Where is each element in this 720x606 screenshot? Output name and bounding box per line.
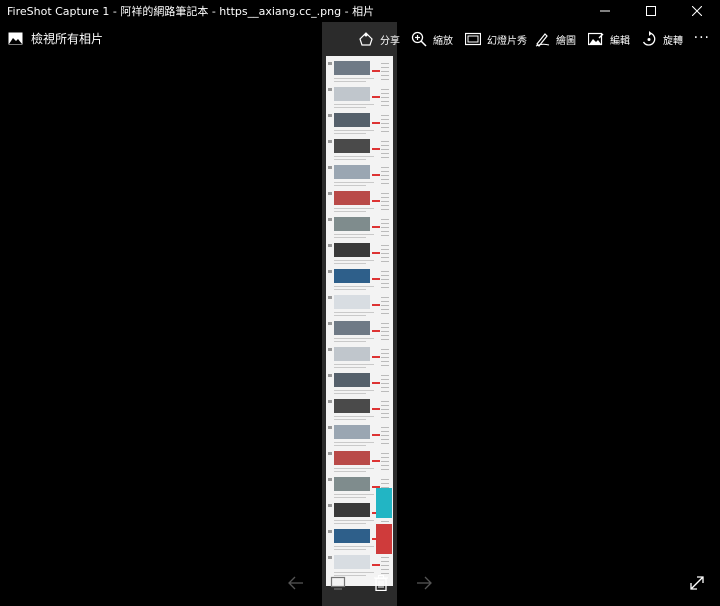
filmstrip-icon <box>330 576 346 590</box>
strip-post-thumb <box>326 320 393 344</box>
draw-button[interactable]: 繪圖 <box>534 29 576 49</box>
view-all-photos-button[interactable]: 檢視所有相片 <box>8 30 103 47</box>
strip-post-thumb <box>326 398 393 422</box>
slideshow-button[interactable]: 幻燈片秀 <box>465 29 527 49</box>
slideshow-label: 幻燈片秀 <box>487 35 527 47</box>
zoom-label: 縮放 <box>433 35 453 47</box>
window-controls <box>582 0 720 22</box>
share-label: 分享 <box>380 35 400 47</box>
strip-post-thumb <box>326 242 393 266</box>
maximize-icon <box>646 6 656 16</box>
zoom-button[interactable]: 縮放 <box>411 29 453 49</box>
slideshow-icon <box>465 32 481 46</box>
more-options-button[interactable]: ··· <box>694 30 710 46</box>
strip-post-thumb <box>326 424 393 448</box>
strip-post-thumb <box>326 346 393 370</box>
strip-post-thumb <box>326 86 393 110</box>
view-all-photos-label: 檢視所有相片 <box>31 32 104 46</box>
strip-post-thumb <box>326 268 393 292</box>
fullscreen-button[interactable] <box>689 572 705 594</box>
edit-button[interactable]: 編輯 <box>588 29 630 49</box>
minimize-button[interactable] <box>582 0 628 22</box>
rotate-label: 旋轉 <box>663 35 683 47</box>
photo-image <box>326 56 393 586</box>
strip-post-thumb <box>326 60 393 84</box>
fullscreen-icon <box>690 576 704 590</box>
strip-post-thumb <box>326 138 393 162</box>
delete-icon <box>374 575 388 591</box>
strip-sidebar-ad <box>376 524 392 554</box>
strip-sidebar-ad <box>376 488 392 518</box>
strip-post-thumb <box>326 190 393 214</box>
maximize-button[interactable] <box>628 0 674 22</box>
strip-post-thumb <box>326 372 393 396</box>
forward-arrow-icon <box>417 576 432 590</box>
next-photo-button[interactable] <box>416 572 432 594</box>
share-icon <box>359 32 373 46</box>
draw-icon <box>535 33 550 47</box>
rotate-button[interactable]: 旋轉 <box>641 29 683 49</box>
close-button[interactable] <box>674 0 720 22</box>
photos-icon <box>8 32 23 45</box>
title-bar: FireShot Capture 1 - 阿祥的網路筆記本 - https__a… <box>0 0 720 22</box>
strip-post-thumb <box>326 112 393 136</box>
edit-label: 編輯 <box>610 35 630 47</box>
back-arrow-icon <box>288 576 303 590</box>
delete-button[interactable] <box>374 572 388 594</box>
share-button[interactable]: 分享 <box>358 29 400 49</box>
photo-canvas[interactable] <box>322 22 397 606</box>
close-icon <box>692 6 702 16</box>
strip-post-thumb <box>326 216 393 240</box>
strip-post-thumb <box>326 294 393 318</box>
window-title: FireShot Capture 1 - 阿祥的網路筆記本 - https__a… <box>7 5 375 18</box>
more-icon: ··· <box>693 30 710 46</box>
minimize-icon <box>600 10 610 12</box>
strip-post-thumb <box>326 164 393 188</box>
strip-post-thumb <box>326 450 393 474</box>
filmstrip-button[interactable] <box>330 572 346 594</box>
command-bar: 檢視所有相片 分享 縮放 幻燈片秀 繪圖 編輯 旋轉 ··· <box>0 22 720 56</box>
rotate-icon <box>642 31 656 46</box>
draw-label: 繪圖 <box>556 35 576 47</box>
zoom-icon <box>411 31 427 47</box>
edit-icon <box>588 32 604 46</box>
previous-photo-button[interactable] <box>288 572 304 594</box>
